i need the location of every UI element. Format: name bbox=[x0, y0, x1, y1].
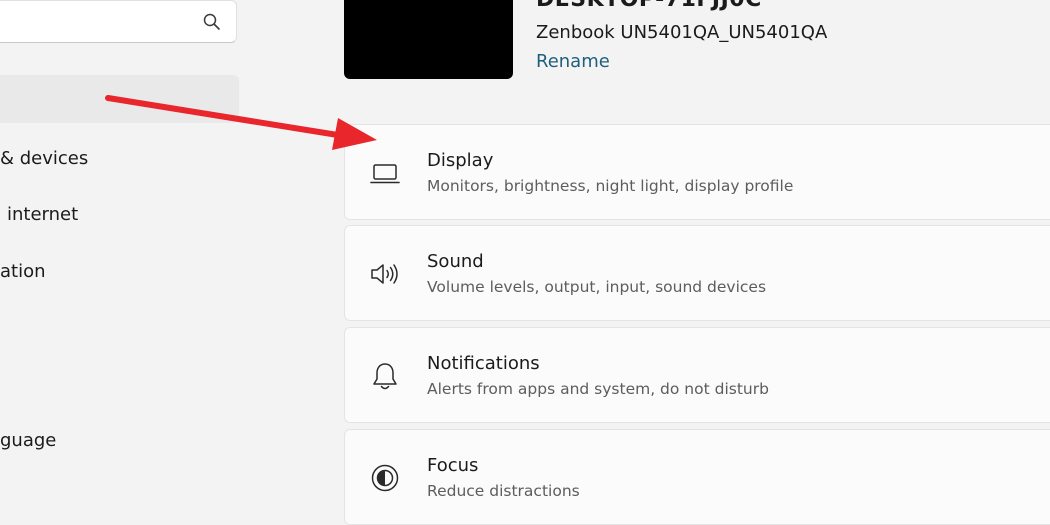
focus-settings-card[interactable]: Focus Reduce distractions bbox=[344, 429, 1050, 525]
sidebar-item-label: & devices bbox=[0, 148, 89, 169]
sound-settings-card[interactable]: Sound Volume levels, output, input, soun… bbox=[344, 225, 1050, 321]
sidebar-item-label: internet bbox=[7, 204, 79, 225]
laptop-icon bbox=[370, 164, 400, 184]
sidebar-item-label: guage bbox=[0, 430, 57, 451]
card-description: Volume levels, output, input, sound devi… bbox=[427, 278, 767, 296]
sidebar-item-personalization[interactable]: ation bbox=[0, 248, 239, 296]
sidebar-item-label: ation bbox=[0, 261, 46, 282]
card-description: Reduce distractions bbox=[427, 482, 580, 500]
search-input[interactable] bbox=[0, 0, 237, 43]
sidebar-item-system[interactable] bbox=[0, 75, 239, 123]
card-title: Focus bbox=[427, 455, 479, 476]
search-icon[interactable] bbox=[203, 13, 221, 31]
card-description: Monitors, brightness, night light, displ… bbox=[427, 177, 794, 195]
sidebar-item-time-language[interactable]: guage bbox=[0, 417, 239, 465]
focus-icon bbox=[371, 464, 399, 492]
bell-icon bbox=[373, 363, 397, 390]
card-title: Display bbox=[427, 150, 494, 171]
rename-link[interactable]: Rename bbox=[536, 51, 610, 72]
display-settings-card[interactable]: Display Monitors, brightness, night ligh… bbox=[344, 124, 1050, 220]
card-description: Alerts from apps and system, do not dist… bbox=[427, 380, 769, 398]
device-model: Zenbook UN5401QA_UN5401QA bbox=[536, 22, 828, 43]
sidebar-item-bluetooth-devices[interactable]: & devices bbox=[0, 135, 239, 183]
card-title: Sound bbox=[427, 251, 484, 272]
sidebar-item-network-internet[interactable]: internet bbox=[0, 191, 239, 239]
notifications-settings-card[interactable]: Notifications Alerts from apps and syste… bbox=[344, 327, 1050, 423]
speaker-icon bbox=[371, 264, 398, 284]
device-image bbox=[344, 0, 513, 79]
card-title: Notifications bbox=[427, 353, 540, 374]
device-name: DESKTOP-71FJJ0C bbox=[536, 0, 762, 12]
